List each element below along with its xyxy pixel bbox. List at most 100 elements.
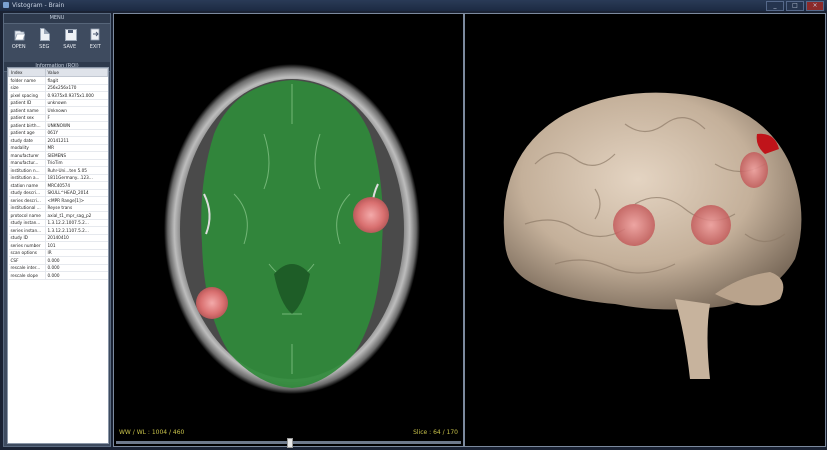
row-index-cell: patient name	[8, 106, 46, 115]
table-row[interactable]: CSF 0.000	[8, 256, 108, 265]
row-index-cell: scan options	[8, 249, 46, 257]
row-index-cell: patient birth...	[8, 121, 46, 130]
table-row[interactable]: study date 20141211	[8, 136, 108, 145]
row-value-cell: 0.9375x0.9375x1.000	[45, 91, 108, 100]
row-value-cell: 0.000	[45, 271, 108, 280]
table-row[interactable]: scan options IR	[8, 249, 108, 257]
document-icon	[38, 28, 51, 42]
row-value-cell: axial_t1_mpr_sag_p2	[45, 211, 108, 220]
row-index-cell: series number	[8, 241, 46, 250]
row-index-cell: protocol name	[8, 211, 46, 220]
close-button[interactable]: ×	[806, 1, 824, 11]
axial-slice-view[interactable]: WW / WL : 1004 / 460 Slice : 64 / 170	[113, 13, 464, 448]
table-row[interactable]: size 256x256x170	[8, 84, 108, 92]
row-index-cell: station name	[8, 181, 46, 190]
open-label: OPEN	[11, 44, 26, 50]
row-value-cell: 256x256x170	[45, 84, 108, 92]
table-row[interactable]: modality MR	[8, 144, 108, 152]
row-index-cell: study ID	[8, 234, 46, 242]
row-value-cell: SIEMENS	[45, 151, 108, 160]
row-value-cell: Reyse trans	[45, 204, 108, 212]
save-label: SAVE	[63, 44, 77, 50]
table-row[interactable]: manufactur... TrioTim	[8, 159, 108, 167]
save-button[interactable]: SAVE	[60, 28, 80, 58]
table-row[interactable]: institutional ... Reyse trans	[8, 204, 108, 212]
open-button[interactable]: OPEN	[9, 28, 29, 58]
row-value-cell: MR	[45, 144, 108, 152]
row-index-cell: modality	[8, 144, 46, 152]
row-index-cell: institutional ...	[8, 204, 46, 212]
tumor-lesion-left	[196, 287, 228, 319]
tumor-lesion-right	[353, 197, 389, 233]
row-value-cell: MRC40574	[45, 181, 108, 190]
table-row[interactable]: patient sex F	[8, 114, 108, 122]
column-header-value[interactable]: Value	[44, 68, 108, 77]
row-index-cell: study date	[8, 136, 46, 145]
app-icon	[3, 2, 9, 8]
row-index-cell: manufacturer	[8, 151, 46, 160]
table-row[interactable]: patient name Unknown	[8, 106, 108, 115]
row-index-cell: study instan...	[8, 219, 46, 227]
brain-3d-render	[503, 92, 802, 379]
table-row[interactable]: study instan... 1.3.12.2.1007.5.2...	[8, 219, 108, 227]
row-index-cell: rescale inter...	[8, 264, 46, 272]
table-row[interactable]: station name MRC40574	[8, 181, 108, 190]
row-index-cell: institution a...	[8, 174, 46, 182]
ww-wl-readout: WW / WL : 1004 / 460	[119, 429, 185, 436]
row-value-cell: IR	[45, 249, 108, 257]
row-value-cell: 1.3.12.2.1107.5.2...	[45, 226, 108, 235]
exit-icon	[89, 28, 101, 42]
row-value-cell: 20140410	[45, 234, 108, 242]
open-file-icon	[13, 28, 26, 42]
table-row[interactable]: patient age 061Y	[8, 129, 108, 137]
row-index-cell: study descri...	[8, 189, 46, 197]
slider-thumb[interactable]	[286, 438, 293, 448]
exit-button[interactable]: EXIT	[85, 28, 105, 58]
table-row[interactable]: protocol name axial_t1_mpr_sag_p2	[8, 211, 108, 220]
exit-label: EXIT	[89, 44, 101, 50]
info-table[interactable]: Index Value folder name flagit size 256x256…	[7, 67, 109, 444]
table-row[interactable]: patient ID unknown	[8, 99, 108, 107]
save-disk-icon	[64, 28, 77, 42]
row-index-cell: series instan...	[8, 226, 46, 235]
maximize-button[interactable]: □	[786, 1, 804, 11]
minimize-button[interactable]: _	[766, 1, 784, 11]
table-row[interactable]: series descri... <MPR Range[1]>	[8, 196, 108, 205]
3d-render-view[interactable]	[464, 13, 826, 447]
slice-readout: Slice : 64 / 170	[413, 429, 458, 436]
table-row[interactable]: patient birth... UNKNOWN	[8, 121, 108, 130]
table-row[interactable]: pixel spacing 0.9375x0.9375x1.000	[8, 91, 108, 100]
column-header-index[interactable]: Index	[8, 68, 46, 77]
row-value-cell: 20141211	[45, 136, 108, 145]
row-value-cell: 1811Germany...123...	[45, 174, 108, 182]
table-row[interactable]: manufacturer SIEMENS	[8, 151, 108, 160]
seg-button[interactable]: SEG	[34, 28, 54, 58]
row-value-cell: TrioTim	[45, 159, 108, 167]
row-index-cell: patient ID	[8, 99, 46, 107]
table-row[interactable]: series instan... 1.3.12.2.1107.5.2...	[8, 226, 108, 235]
slice-slider[interactable]	[116, 438, 461, 448]
table-row[interactable]: rescale slope 0.000	[8, 271, 108, 280]
menu-header: MENU	[4, 14, 110, 24]
row-index-cell: rescale slope	[8, 271, 46, 280]
title-bar: Vistogram - Brain _ □ ×	[0, 0, 827, 11]
row-value-cell: UNKNOWN	[45, 121, 108, 130]
row-index-cell: folder name	[8, 76, 46, 85]
row-index-cell: patient age	[8, 129, 46, 137]
row-index-cell: CSF	[8, 256, 46, 265]
table-row[interactable]: institution n... Ruhr-Uni...ten 5.05	[8, 166, 108, 175]
table-row[interactable]: study ID 20140410	[8, 234, 108, 242]
row-index-cell: manufactur...	[8, 159, 46, 167]
table-row[interactable]: series number 101	[8, 241, 108, 250]
table-row[interactable]: study descri... SKULL^HEAD_2014	[8, 189, 108, 197]
row-value-cell: flagit	[45, 76, 108, 85]
row-index-cell: pixel spacing	[8, 91, 46, 100]
row-value-cell: 0.000	[45, 264, 108, 272]
row-index-cell: size	[8, 84, 46, 92]
table-row[interactable]: institution a... 1811Germany...123...	[8, 174, 108, 182]
lesion-3d-1	[613, 204, 655, 246]
row-value-cell: <MPR Range[1]>	[45, 196, 108, 205]
table-row[interactable]: folder name flagit	[8, 76, 108, 85]
toolbar: OPEN SEG SAVE EXIT	[4, 24, 110, 60]
table-row[interactable]: rescale inter... 0.000	[8, 264, 108, 272]
